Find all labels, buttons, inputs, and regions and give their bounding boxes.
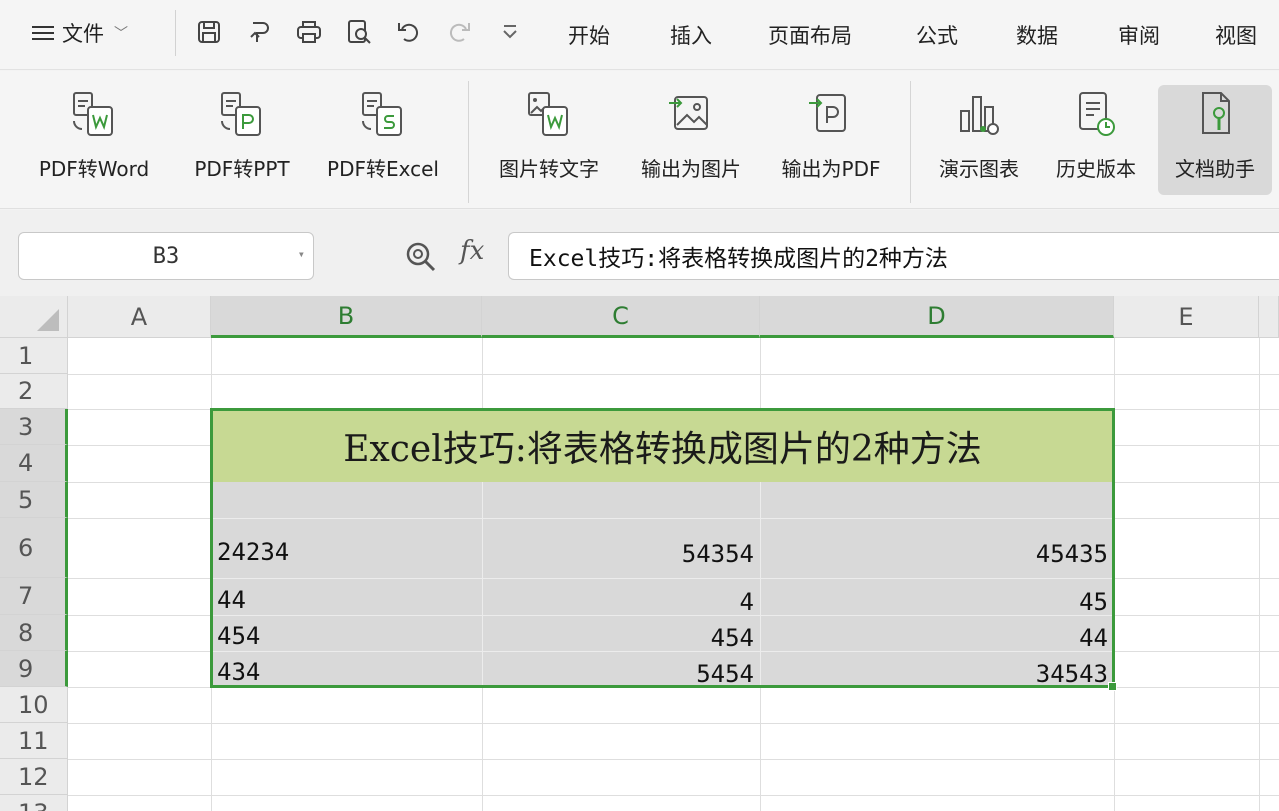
row-header-3[interactable]: 3 bbox=[0, 409, 68, 445]
row-header-9[interactable]: 9 bbox=[0, 651, 68, 687]
tab-formulas[interactable]: 公式 bbox=[916, 20, 958, 50]
image-to-text-label: 图片转文字 bbox=[499, 157, 599, 181]
pdf-to-excel-icon bbox=[355, 85, 411, 145]
demo-chart-button[interactable]: 演示图表 bbox=[924, 85, 1034, 195]
row-header-11[interactable]: 11 bbox=[0, 723, 68, 759]
tab-insert[interactable]: 插入 bbox=[670, 20, 712, 50]
export-pdf-icon bbox=[803, 85, 859, 145]
row-header-2[interactable]: 2 bbox=[0, 374, 68, 409]
row-header-4[interactable]: 4 bbox=[0, 445, 68, 482]
formula-input[interactable]: Excel技巧:将表格转换成图片的2种方法 bbox=[508, 232, 1279, 280]
file-menu-label: 文件 bbox=[62, 22, 104, 46]
pdf-to-excel-button[interactable]: PDF转Excel bbox=[316, 85, 450, 195]
column-header-a[interactable]: A bbox=[68, 296, 211, 338]
redo-icon[interactable] bbox=[442, 14, 476, 50]
fill-handle[interactable] bbox=[1108, 682, 1117, 691]
chevron-down-icon: ﹀ bbox=[114, 26, 128, 42]
name-box[interactable]: B3 ▾ bbox=[18, 232, 314, 280]
pdf-to-word-button[interactable]: PDF转Word bbox=[24, 85, 164, 195]
tab-review[interactable]: 审阅 bbox=[1118, 20, 1160, 50]
file-menu[interactable]: 文件 ﹀ bbox=[30, 18, 128, 48]
row-header-1[interactable]: 1 bbox=[0, 338, 68, 374]
demo-chart-icon bbox=[951, 85, 1007, 145]
row-header-6[interactable]: 6 bbox=[0, 518, 68, 578]
history-icon bbox=[1068, 85, 1124, 145]
formula-input-value: Excel技巧:将表格转换成图片的2种方法 bbox=[529, 246, 948, 272]
tab-view[interactable]: 视图 bbox=[1215, 20, 1257, 50]
more-icon[interactable] bbox=[493, 14, 527, 50]
chevron-down-icon[interactable]: ▾ bbox=[298, 247, 305, 261]
save-icon[interactable] bbox=[192, 14, 226, 50]
ribbon-separator bbox=[468, 81, 469, 203]
row-header-8[interactable]: 8 bbox=[0, 615, 68, 651]
row-header-12[interactable]: 12 bbox=[0, 759, 68, 795]
doc-assistant-icon bbox=[1187, 85, 1243, 145]
gridline bbox=[68, 374, 1279, 375]
undo-icon[interactable] bbox=[392, 14, 426, 50]
row-header-10[interactable]: 10 bbox=[0, 687, 68, 723]
tab-home[interactable]: 开始 bbox=[568, 20, 610, 50]
row-header-7[interactable]: 7 bbox=[0, 578, 68, 615]
row-header-5[interactable]: 5 bbox=[0, 482, 68, 518]
preview-icon[interactable] bbox=[342, 14, 376, 50]
formula-bar: B3 ▾ fx Excel技巧:将表格转换成图片的2种方法 bbox=[0, 210, 1279, 296]
name-box-value: B3 bbox=[152, 243, 180, 269]
pdf-to-ppt-button[interactable]: PDF转PPT bbox=[180, 85, 304, 195]
menu-bar: 文件 ﹀ 开始 插入 页面布局 公式 数据 审阅 视图 bbox=[0, 0, 1279, 70]
gridline bbox=[68, 759, 1279, 760]
gridline bbox=[68, 723, 1279, 724]
export-image-label: 输出为图片 bbox=[641, 157, 741, 181]
pdf-to-ppt-icon bbox=[214, 85, 270, 145]
zoom-icon[interactable] bbox=[404, 240, 438, 274]
image-to-text-button[interactable]: 图片转文字 bbox=[484, 85, 614, 195]
pdf-to-excel-label: PDF转Excel bbox=[327, 157, 439, 181]
row-header-13[interactable]: 13 bbox=[0, 795, 68, 811]
select-all-corner[interactable] bbox=[0, 296, 68, 338]
ribbon-separator bbox=[910, 81, 911, 203]
spreadsheet-grid: A B C D E 1 2 3 4 5 6 7 8 9 10 11 12 13 … bbox=[0, 296, 1279, 811]
function-icon[interactable]: fx bbox=[460, 236, 484, 266]
doc-assistant-label: 文档助手 bbox=[1175, 157, 1255, 181]
doc-assistant-button[interactable]: 文档助手 bbox=[1158, 85, 1272, 195]
export-image-button[interactable]: 输出为图片 bbox=[626, 85, 756, 195]
ribbon: PDF转Word PDF转PPT PDF转Excel 图片转文字 输出为图片 输… bbox=[0, 71, 1279, 209]
export-icon[interactable] bbox=[243, 14, 277, 50]
export-image-icon bbox=[663, 85, 719, 145]
pdf-to-ppt-label: PDF转PPT bbox=[194, 157, 290, 181]
history-label: 历史版本 bbox=[1056, 157, 1136, 181]
export-pdf-button[interactable]: 输出为PDF bbox=[768, 85, 894, 195]
print-icon[interactable] bbox=[292, 14, 326, 50]
demo-chart-label: 演示图表 bbox=[939, 157, 1019, 181]
column-header-f[interactable] bbox=[1259, 296, 1279, 338]
export-pdf-label: 输出为PDF bbox=[781, 157, 881, 181]
hamburger-icon bbox=[30, 24, 56, 42]
menu-separator bbox=[175, 10, 176, 56]
pdf-to-word-icon bbox=[66, 85, 122, 145]
tab-data[interactable]: 数据 bbox=[1016, 20, 1058, 50]
selection-border bbox=[210, 408, 1115, 688]
gridline bbox=[68, 795, 1279, 796]
column-header-c[interactable]: C bbox=[482, 296, 760, 338]
tab-page-layout[interactable]: 页面布局 bbox=[768, 20, 852, 50]
column-header-b[interactable]: B bbox=[211, 296, 482, 338]
image-to-text-icon bbox=[521, 85, 577, 145]
column-header-d[interactable]: D bbox=[760, 296, 1114, 338]
column-header-e[interactable]: E bbox=[1114, 296, 1259, 338]
pdf-to-word-label: PDF转Word bbox=[38, 157, 150, 181]
history-button[interactable]: 历史版本 bbox=[1044, 85, 1148, 195]
